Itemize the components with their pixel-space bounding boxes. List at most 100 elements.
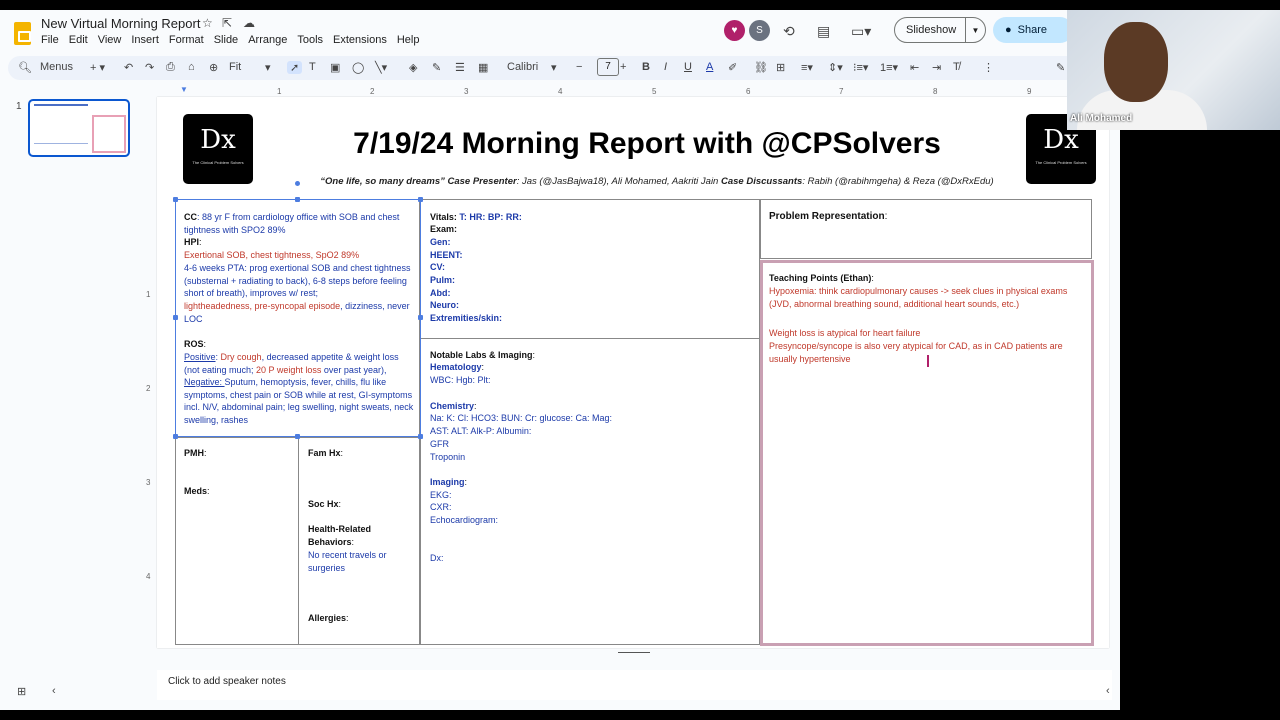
- neuro-label[interactable]: Neuro:: [430, 299, 459, 312]
- resize-handle[interactable]: [418, 315, 423, 320]
- edit-mode-icon[interactable]: ✎: [1056, 61, 1065, 74]
- imaging-label[interactable]: Imaging:: [430, 476, 467, 489]
- menu-edit[interactable]: Edit: [69, 34, 88, 46]
- cloud-status-icon[interactable]: ☁: [243, 16, 255, 30]
- numbered-list-icon[interactable]: 1≡▾: [880, 61, 898, 74]
- paint-format-icon[interactable]: ⌂: [188, 61, 195, 73]
- zoom-dropdown-icon[interactable]: ▾: [265, 61, 271, 74]
- heent-label[interactable]: HEENT:: [430, 249, 463, 262]
- pmh-label[interactable]: PMH:: [184, 447, 207, 460]
- gen-label[interactable]: Gen:: [430, 236, 451, 249]
- teaching-point-1[interactable]: Hypoxemia: think cardiopulmonary causes …: [769, 285, 1084, 310]
- image-icon[interactable]: ▣: [330, 61, 340, 74]
- hpi-line-3[interactable]: lightheadedness, pre-syncopal episode, d…: [184, 300, 416, 325]
- gfr-label[interactable]: GFR: [430, 438, 449, 451]
- cv-label[interactable]: CV:: [430, 261, 445, 274]
- chemistry-label[interactable]: Chemistry:: [430, 400, 477, 413]
- print-icon[interactable]: ⎙: [166, 61, 175, 74]
- abd-label[interactable]: Abd:: [430, 287, 451, 300]
- vertical-ruler[interactable]: 1 2 3 4: [144, 110, 156, 650]
- undo-icon[interactable]: ↶: [124, 61, 133, 74]
- slideshow-dropdown-icon[interactable]: ▼: [965, 18, 985, 42]
- rotate-handle[interactable]: [295, 181, 300, 186]
- resize-handle[interactable]: [295, 197, 300, 202]
- share-button[interactable]: ● Share: [993, 17, 1073, 43]
- pmh-box[interactable]: [175, 437, 299, 645]
- meds-label[interactable]: Meds:: [184, 485, 210, 498]
- indent-decrease-icon[interactable]: ⇤: [910, 61, 919, 74]
- notes-resize-handle[interactable]: [618, 652, 650, 653]
- labs-label[interactable]: Notable Labs & Imaging:: [430, 349, 535, 362]
- line-spacing-icon[interactable]: ⇕▾: [828, 61, 843, 74]
- menu-file[interactable]: File: [41, 34, 59, 46]
- resize-handle[interactable]: [418, 197, 423, 202]
- bulleted-list-icon[interactable]: ⁝≡▾: [853, 61, 868, 74]
- indent-increase-icon[interactable]: ⇥: [932, 61, 941, 74]
- dx-label[interactable]: Dx:: [430, 552, 444, 565]
- new-slide-icon[interactable]: + ▾: [90, 61, 105, 74]
- redo-icon[interactable]: ↷: [145, 61, 154, 74]
- resize-handle[interactable]: [295, 434, 300, 439]
- hpi-line-1[interactable]: Exertional SOB, chest tightness, SpO2 89…: [184, 249, 414, 262]
- avatar-collaborator-1[interactable]: ♥: [724, 20, 745, 41]
- ros-positive[interactable]: Positive: Dry cough, decreased appetite …: [184, 351, 416, 376]
- more-options-icon[interactable]: ⋮: [983, 61, 994, 74]
- resize-handle[interactable]: [173, 315, 178, 320]
- underline-icon[interactable]: U: [684, 61, 692, 73]
- menu-format[interactable]: Format: [169, 34, 204, 46]
- slides-logo-icon[interactable]: [14, 22, 31, 45]
- cc-text[interactable]: CC: 88 yr F from cardiology office with …: [184, 211, 414, 236]
- slide-canvas[interactable]: Dx The Clinical Problem Solvers Dx The C…: [157, 97, 1109, 648]
- teaching-label[interactable]: Teaching Points (Ethan):: [769, 272, 874, 285]
- comments-icon[interactable]: ▤: [817, 23, 830, 40]
- decrease-font-icon[interactable]: −: [576, 61, 582, 73]
- fam-hx-label[interactable]: Fam Hx:: [308, 447, 343, 460]
- document-title[interactable]: New Virtual Morning Report: [41, 16, 200, 31]
- chemistry-line-2[interactable]: AST: ALT: Alk-P: Albumin:: [430, 425, 531, 438]
- menu-tools[interactable]: Tools: [297, 34, 323, 46]
- menu-insert[interactable]: Insert: [131, 34, 159, 46]
- ros-negative[interactable]: Negative: Sputum, hemoptysis, fever, chi…: [184, 376, 416, 426]
- menu-arrange[interactable]: Arrange: [248, 34, 287, 46]
- slide-subtitle[interactable]: “One life, so many dreams” Case Presente…: [307, 176, 1007, 187]
- slideshow-button[interactable]: Slideshow ▼: [894, 17, 986, 43]
- horizontal-ruler[interactable]: ▼ 1 2 3 4 5 6 7 8 9: [170, 85, 1110, 97]
- menu-view[interactable]: View: [98, 34, 122, 46]
- soc-hx-label[interactable]: Soc Hx:: [308, 498, 341, 511]
- clear-formatting-icon[interactable]: T̸: [953, 61, 960, 73]
- italic-icon[interactable]: I: [664, 61, 667, 73]
- ruler-marker-icon[interactable]: ▼: [180, 85, 188, 94]
- exam-label[interactable]: Exam:: [430, 223, 457, 236]
- teaching-point-2[interactable]: Weight loss is atypical for heart failur…: [769, 327, 1084, 340]
- border-weight-icon[interactable]: ☰: [455, 61, 465, 74]
- resize-handle[interactable]: [418, 434, 423, 439]
- troponin-label[interactable]: Troponin: [430, 451, 465, 464]
- cxr-label[interactable]: CXR:: [430, 501, 452, 514]
- side-panel-toggle-icon[interactable]: ‹: [1106, 685, 1110, 697]
- avatar-collaborator-s[interactable]: S: [749, 20, 770, 41]
- move-icon[interactable]: ⇱: [222, 16, 232, 30]
- select-tool-icon[interactable]: ➚: [287, 61, 303, 74]
- version-history-icon[interactable]: ⟲: [783, 23, 795, 40]
- hematology-label[interactable]: Hematology:: [430, 361, 484, 374]
- fill-color-icon[interactable]: ◈: [409, 61, 417, 74]
- teaching-points-box[interactable]: [760, 260, 1094, 646]
- star-icon[interactable]: ☆: [202, 16, 213, 30]
- speaker-notes[interactable]: Click to add speaker notes: [157, 670, 1112, 700]
- border-dash-icon[interactable]: ▦: [478, 61, 488, 74]
- slide-title[interactable]: 7/19/24 Morning Report with @CPSolvers: [347, 127, 947, 161]
- line-icon[interactable]: ╲▾: [375, 61, 387, 74]
- comment-add-icon[interactable]: ⊞: [776, 61, 785, 74]
- hrb-label[interactable]: Health-Related Behaviors:: [308, 523, 413, 548]
- meet-camera-icon[interactable]: ▭▾: [851, 23, 871, 40]
- zoom-select[interactable]: Fit: [229, 61, 241, 73]
- teaching-point-3[interactable]: Presyncope/syncope is also very atypical…: [769, 340, 1069, 365]
- extremities-label[interactable]: Extremities/skin:: [430, 312, 502, 325]
- allergies-label[interactable]: Allergies:: [308, 612, 349, 625]
- font-size-input[interactable]: 7: [597, 58, 619, 76]
- resize-handle[interactable]: [173, 434, 178, 439]
- font-dropdown-icon[interactable]: ▾: [551, 61, 557, 74]
- slide-thumbnail[interactable]: [28, 99, 130, 157]
- hpi-line-2[interactable]: 4-6 weeks PTA: prog exertional SOB and c…: [184, 262, 416, 300]
- resize-handle[interactable]: [173, 197, 178, 202]
